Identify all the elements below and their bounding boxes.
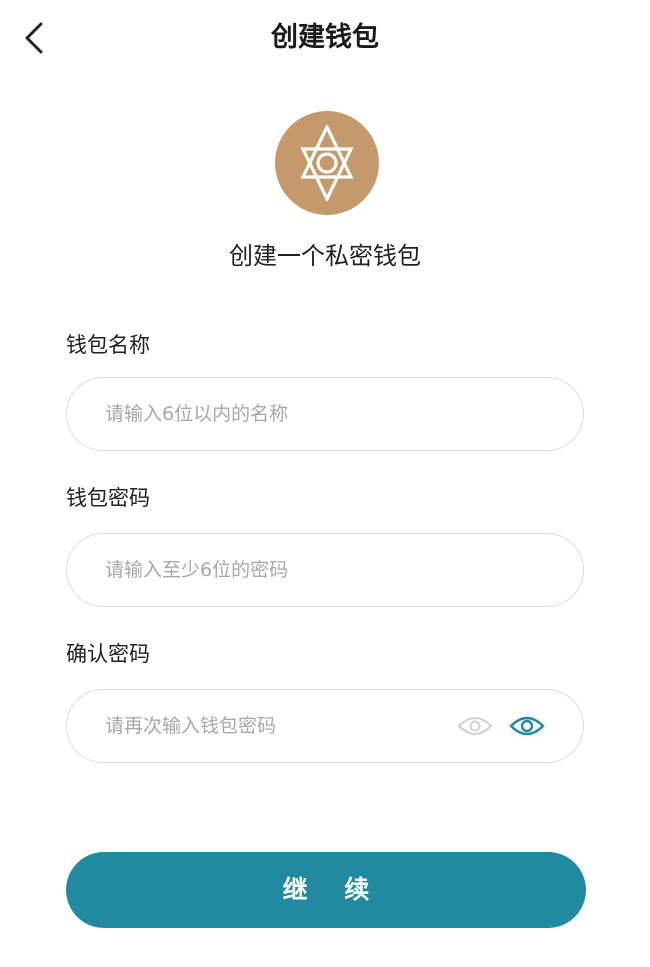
wallet-name-input[interactable] [105,378,445,450]
eye-icon [509,716,545,736]
continue-button[interactable]: 继 续 [66,852,586,928]
eye-outline-icon [457,717,493,735]
wallet-logo [275,111,379,215]
wallet-password-field [66,533,584,607]
confirm-password-input[interactable] [105,690,445,762]
wallet-password-label: 钱包密码 [66,486,150,510]
wallet-name-field [66,377,584,451]
confirm-password-label: 确认密码 [66,642,150,666]
page-title: 创建钱包 [271,22,379,53]
show-password-button[interactable] [509,712,545,740]
wallet-name-label: 钱包名称 [66,333,150,357]
confirm-password-field [66,689,584,763]
toggle-visibility-button[interactable] [457,712,493,740]
hexagram-icon [300,125,354,201]
subtitle: 创建一个私密钱包 [229,242,421,270]
wallet-password-input[interactable] [105,534,445,606]
header: 创建钱包 [0,0,650,76]
